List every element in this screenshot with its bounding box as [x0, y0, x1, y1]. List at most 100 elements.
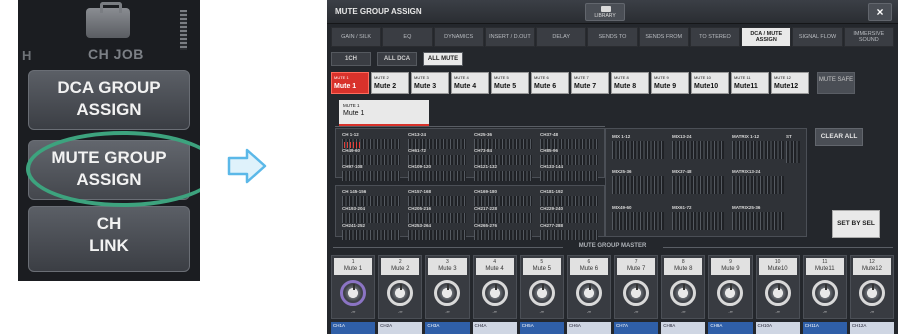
- assign-block[interactable]: CH277-288: [538, 221, 600, 243]
- channel-bars[interactable]: [732, 176, 784, 194]
- channel-bars[interactable]: [732, 212, 784, 230]
- channel-bars[interactable]: [540, 230, 598, 240]
- mute-safe-button[interactable]: MUTE SAFE: [817, 72, 855, 94]
- channel-bars[interactable]: [612, 176, 664, 194]
- assign-block[interactable]: ST: [784, 132, 802, 163]
- channel-bars[interactable]: [612, 212, 664, 230]
- assign-block[interactable]: MIX61-72: [670, 203, 726, 235]
- channel-bars[interactable]: [408, 230, 466, 240]
- level-knob[interactable]: [387, 280, 414, 306]
- assign-block[interactable]: MATRIX25-36: [730, 203, 786, 235]
- channel-bars[interactable]: [612, 141, 664, 159]
- channel-bars[interactable]: [342, 230, 400, 240]
- tab-0[interactable]: GAIN / SILK: [331, 27, 382, 47]
- level-knob[interactable]: [340, 280, 367, 306]
- channel-bars[interactable]: [474, 230, 532, 240]
- master-label[interactable]: 2 Mute 2: [381, 258, 420, 275]
- level-knob[interactable]: [481, 280, 508, 306]
- tab-4[interactable]: DELAY: [536, 27, 587, 47]
- level-knob[interactable]: [623, 280, 650, 306]
- tab-1[interactable]: EQ: [382, 27, 433, 47]
- level-knob[interactable]: [858, 280, 885, 306]
- right-arrow-icon: [227, 148, 267, 184]
- master-label[interactable]: 3 Mute 3: [428, 258, 467, 275]
- level-knob[interactable]: [811, 280, 838, 306]
- assign-block[interactable]: MIX37-48: [670, 167, 726, 199]
- mode-button-2[interactable]: ALL MUTE: [423, 52, 463, 66]
- channel-bars[interactable]: [672, 141, 724, 159]
- mute-group-button[interactable]: MUTE 7 Mute 7: [571, 72, 609, 94]
- library-button[interactable]: LIBRARY: [585, 3, 625, 21]
- assign-block[interactable]: MATRIX13-24: [730, 167, 786, 199]
- tab-6[interactable]: SENDS FROM: [638, 27, 689, 47]
- level-knob[interactable]: [575, 280, 602, 306]
- master-label[interactable]: 11 Mute11: [805, 258, 844, 275]
- channel-bars[interactable]: [342, 171, 400, 181]
- assign-block[interactable]: CH97-108: [340, 162, 402, 184]
- close-button[interactable]: ×: [868, 3, 892, 21]
- channel-bars[interactable]: [540, 171, 598, 181]
- tab-8[interactable]: DCA / MUTE ASSIGN: [741, 27, 792, 47]
- master-label[interactable]: 1 Mute 1: [334, 258, 373, 275]
- tab-7[interactable]: TO STEREO: [689, 27, 741, 47]
- mute-group-button[interactable]: MUTE 9 Mute 9: [651, 72, 689, 94]
- master-label[interactable]: 7 Mute 7: [617, 258, 656, 275]
- master-label[interactable]: 6 Mute 6: [569, 258, 609, 275]
- level-knob[interactable]: [670, 280, 697, 306]
- master-label[interactable]: 4 Mute 4: [475, 258, 514, 275]
- tab-3[interactable]: INSERT / D.OUT: [484, 27, 536, 47]
- assign-block[interactable]: MIX 1-12: [610, 132, 666, 164]
- level-knob[interactable]: [717, 280, 744, 306]
- mute-group-button[interactable]: MUTE 6 Mute 6: [531, 72, 569, 94]
- channel-bars[interactable]: [786, 141, 800, 163]
- mute-group-button[interactable]: MUTE 4 Mute 4: [451, 72, 489, 94]
- tab-9[interactable]: SIGNAL FLOW: [792, 27, 843, 47]
- ch-link-button[interactable]: CH LINK: [28, 206, 190, 272]
- assign-block[interactable]: MIX13-24: [670, 132, 726, 164]
- set-by-sel-button[interactable]: SET BY SEL: [832, 210, 880, 238]
- master-label[interactable]: 9 Mute 9: [711, 258, 750, 275]
- channel-bars[interactable]: [474, 171, 532, 181]
- tab-2[interactable]: DYNAMICS: [433, 27, 484, 47]
- mute-group-button[interactable]: MUTE 1 Mute 1: [331, 72, 369, 94]
- mode-button-0[interactable]: 1CH: [331, 52, 371, 66]
- channel-bars[interactable]: [672, 176, 724, 194]
- assign-block[interactable]: CH121-132: [472, 162, 534, 184]
- close-icon: ×: [876, 5, 884, 19]
- mute-group-button[interactable]: MUTE 11 Mute11: [731, 72, 769, 94]
- mute-group-button[interactable]: MUTE 2 Mute 2: [371, 72, 409, 94]
- master-label[interactable]: 5 Mute 5: [522, 258, 561, 275]
- level-knob[interactable]: [764, 280, 791, 306]
- mute-group-button[interactable]: MUTE 5 Mute 5: [491, 72, 529, 94]
- assign-block[interactable]: CH265-276: [472, 221, 534, 243]
- mode-button-1[interactable]: ALL DCA: [377, 52, 417, 66]
- tab-5[interactable]: SENDS TO: [587, 27, 638, 47]
- assign-block[interactable]: CH241-252: [340, 221, 402, 243]
- assign-block[interactable]: MIX49-60: [610, 203, 666, 235]
- master-name: Mute10: [767, 266, 788, 272]
- mute-group-button[interactable]: MUTE 3 Mute 3: [411, 72, 449, 94]
- master-label[interactable]: 10 Mute10: [758, 258, 797, 275]
- assign-block[interactable]: MIX25-36: [610, 167, 666, 199]
- mute-button-name: Mute 8: [614, 83, 637, 90]
- level-knob[interactable]: [528, 280, 555, 306]
- assign-block[interactable]: CH253-264: [406, 221, 468, 243]
- level-knob[interactable]: [434, 280, 461, 306]
- mute-button-name: Mute 9: [654, 83, 677, 90]
- channel-bars[interactable]: [732, 141, 784, 159]
- assign-block[interactable]: CH109-120: [406, 162, 468, 184]
- clear-all-button[interactable]: CLEAR ALL: [815, 128, 863, 146]
- ch-job-label[interactable]: CH JOB: [88, 46, 144, 62]
- mute-group-button[interactable]: MUTE 10 Mute10: [691, 72, 729, 94]
- mute-group-button[interactable]: MUTE 8 Mute 8: [611, 72, 649, 94]
- master-label[interactable]: 12 Mute12: [852, 258, 892, 275]
- dca-group-assign-button[interactable]: DCA GROUP ASSIGN: [28, 70, 190, 130]
- mute-group-button[interactable]: MUTE 12 Mute12: [771, 72, 809, 94]
- channel-bars[interactable]: [408, 171, 466, 181]
- master-label[interactable]: 8 Mute 8: [664, 258, 703, 275]
- block-label: CH169-180: [474, 189, 498, 194]
- assign-block[interactable]: MATRIX 1-12: [730, 132, 786, 164]
- assign-block[interactable]: CH133-144: [538, 162, 600, 184]
- channel-bars[interactable]: [672, 212, 724, 230]
- tab-10[interactable]: IMMERSIVE SOUND: [843, 27, 894, 47]
